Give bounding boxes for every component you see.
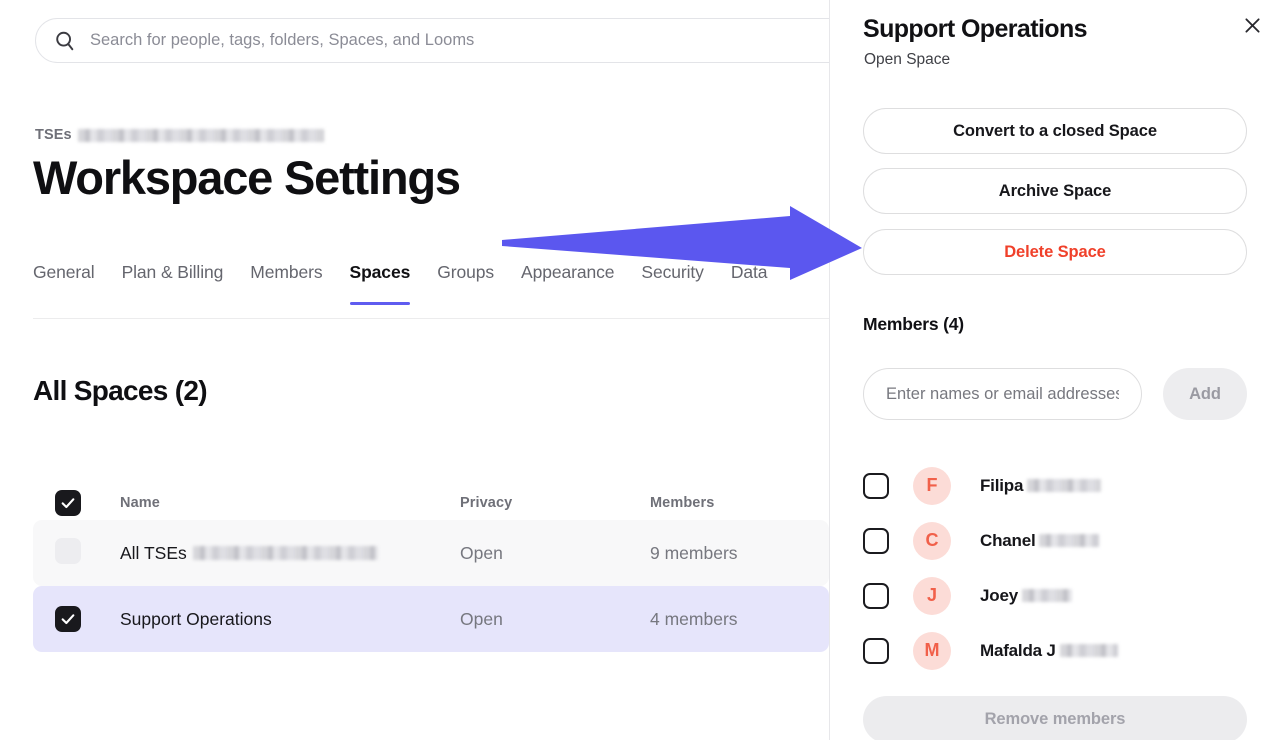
space-name-redacted-text <box>192 546 378 560</box>
avatar: M <box>913 631 951 670</box>
tab-groups[interactable]: Groups <box>437 262 494 305</box>
convert-to-closed-space-button[interactable]: Convert to a closed Space <box>863 108 1247 154</box>
member-first-name: Filipa <box>980 475 1024 495</box>
table-row[interactable]: Support Operations Open 4 members <box>33 586 829 652</box>
member-name-redacted-text <box>1059 644 1118 657</box>
main-content: TSEs Workspace Settings General Plan & B… <box>0 0 829 740</box>
app-root: TSEs Workspace Settings General Plan & B… <box>0 0 1280 740</box>
search-icon <box>54 30 76 52</box>
close-icon <box>1242 15 1263 41</box>
member-name-redacted-text <box>1027 479 1102 492</box>
member-first-name: Chanel <box>980 530 1036 550</box>
all-spaces-heading: All Spaces (2) <box>33 375 208 406</box>
member-first-name: Joey <box>980 585 1018 605</box>
tab-plan-billing[interactable]: Plan & Billing <box>122 262 224 305</box>
member-name: Chanel <box>980 530 1100 551</box>
add-member-input[interactable] <box>863 368 1142 420</box>
member-checkbox[interactable] <box>863 472 889 499</box>
members-heading: Members (4) <box>863 314 964 334</box>
select-all-cell <box>55 490 120 516</box>
member-name-redacted-text <box>1039 534 1100 547</box>
space-name: Support Operations <box>120 608 272 629</box>
member-name: Joey <box>980 586 1072 606</box>
archive-space-button[interactable]: Archive Space <box>863 168 1247 214</box>
list-item[interactable]: F Filipa <box>863 458 1263 513</box>
tab-appearance[interactable]: Appearance <box>521 262 614 305</box>
list-item[interactable]: J Joey <box>863 568 1263 623</box>
select-all-checkbox[interactable] <box>55 490 81 516</box>
row-members-cell: 4 members <box>650 608 738 629</box>
member-first-name: Mafalda J <box>980 640 1056 660</box>
delete-space-button[interactable]: Delete Space <box>863 229 1247 275</box>
remove-members-button[interactable]: Remove members <box>863 696 1247 740</box>
member-name: Filipa <box>980 475 1102 496</box>
avatar: J <box>913 576 951 615</box>
tab-members[interactable]: Members <box>250 262 322 305</box>
member-name-redacted-text <box>1021 589 1072 602</box>
breadcrumb-redacted-text <box>77 128 324 142</box>
add-member-button[interactable]: Add <box>1163 368 1247 420</box>
search-input[interactable] <box>90 31 790 50</box>
row-name-cell: All TSEs <box>120 543 460 564</box>
column-header-members: Members <box>650 495 715 511</box>
tab-spaces[interactable]: Spaces <box>349 262 410 305</box>
panel-subtitle: Open Space <box>864 51 951 68</box>
member-checkbox[interactable] <box>863 582 889 609</box>
row-name-cell: Support Operations <box>120 609 460 630</box>
panel-title: Support Operations <box>863 15 1088 43</box>
close-panel-button[interactable] <box>1236 12 1268 44</box>
page-title: Workspace Settings <box>33 151 461 204</box>
row-checkbox[interactable] <box>55 606 81 632</box>
column-header-privacy: Privacy <box>460 495 513 511</box>
row-members-cell: 9 members <box>650 542 738 563</box>
tab-security[interactable]: Security <box>641 262 704 305</box>
space-name: All TSEs <box>120 542 187 563</box>
member-checkbox[interactable] <box>863 527 889 554</box>
tab-data[interactable]: Data <box>731 262 768 305</box>
row-select-cell <box>55 537 120 569</box>
spaces-table: Name Privacy Members All TSEs Open 9 mem… <box>33 486 829 652</box>
row-privacy-cell: Open <box>460 608 503 629</box>
member-checkbox[interactable] <box>863 637 889 664</box>
tab-general[interactable]: General <box>33 262 95 305</box>
global-search-bar[interactable] <box>35 18 829 63</box>
tabs-divider <box>33 318 829 319</box>
add-member-row: Add <box>863 368 1247 420</box>
row-select-cell <box>55 606 120 632</box>
table-row[interactable]: All TSEs Open 9 members <box>33 520 829 586</box>
members-list: F Filipa C Chanel J Joey M Mafalda J <box>863 458 1263 678</box>
list-item[interactable]: C Chanel <box>863 513 1263 568</box>
space-detail-panel: Support Operations Open Space Convert to… <box>830 0 1280 740</box>
breadcrumb-workspace-label: TSEs <box>35 127 72 143</box>
row-privacy-cell: Open <box>460 542 503 563</box>
list-item[interactable]: M Mafalda J <box>863 623 1263 678</box>
settings-tabs: General Plan & Billing Members Spaces Gr… <box>33 262 768 305</box>
table-header-row: Name Privacy Members <box>33 486 829 520</box>
member-name: Mafalda J <box>980 641 1118 661</box>
breadcrumb: TSEs <box>35 127 324 143</box>
avatar: C <box>913 521 951 560</box>
column-header-name: Name <box>120 495 160 511</box>
row-checkbox[interactable] <box>55 537 81 564</box>
avatar: F <box>913 466 951 505</box>
